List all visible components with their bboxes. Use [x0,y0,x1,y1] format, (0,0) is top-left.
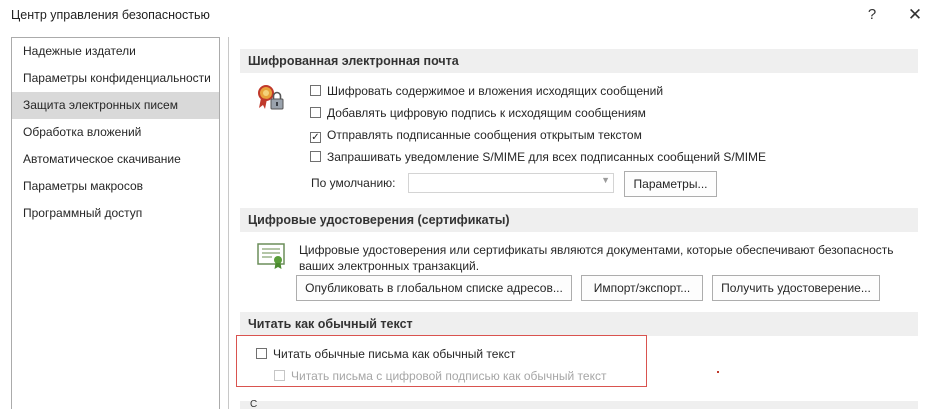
send-cleartext-checkbox[interactable]: ✓ [310,132,321,143]
next-section-header-text: С [250,399,258,410]
encrypt-contents-checkbox[interactable] [310,85,321,96]
certificate-lock-icon [258,85,284,110]
next-section-header [240,401,918,409]
add-signature-label: Добавлять цифровую подпись к исходящим с… [327,106,646,120]
plain-text-header: Читать как обычный текст [240,312,918,336]
stray-mark [717,371,719,373]
sidebar-item-automatic-download[interactable]: Автоматическое скачивание [12,146,219,173]
certificates-description-line1: Цифровые удостоверения или сертификаты я… [299,243,894,257]
default-setting-label: По умолчанию: [311,176,396,190]
send-cleartext-option[interactable]: ✓ Отправлять подписанные сообщения открыт… [310,126,642,144]
smime-receipt-label: Запрашивать уведомление S/MIME для всех … [327,150,767,164]
sidebar-item-programmatic-access[interactable]: Программный доступ [12,200,219,227]
read-signed-plain-checkbox[interactable] [274,370,285,381]
import-export-button[interactable]: Импорт/экспорт... [581,275,703,301]
encrypt-contents-label: Шифровать содержимое и вложения исходящи… [327,84,664,98]
sidebar-item-trusted-publishers[interactable]: Надежные издатели [12,38,219,65]
sidebar-item-macro-settings[interactable]: Параметры макросов [12,173,219,200]
settings-button[interactable]: Параметры... [624,171,717,197]
certificates-description-line2: ваших электронных транзакций. [299,259,480,273]
content-divider [228,37,229,409]
publish-to-gal-button[interactable]: Опубликовать в глобальном списке адресов… [296,275,572,301]
read-signed-plain-option[interactable]: Читать письма с цифровой подписью как об… [274,367,606,385]
read-signed-plain-label: Читать письма с цифровой подписью как об… [291,369,607,383]
sidebar-nav: Надежные издатели Параметры конфиденциал… [11,37,220,409]
smime-receipt-checkbox[interactable] [310,151,321,162]
smime-receipt-option[interactable]: Запрашивать уведомление S/MIME для всех … [310,148,766,166]
certificate-icon [257,243,285,269]
send-cleartext-label: Отправлять подписанные сообщения открыты… [327,128,642,142]
sidebar-item-privacy-options[interactable]: Параметры конфиденциальности [12,65,219,92]
get-digital-id-button[interactable]: Получить удостоверение... [712,275,880,301]
help-button[interactable]: ? [862,5,882,25]
encrypt-contents-option[interactable]: Шифровать содержимое и вложения исходящи… [310,82,663,100]
read-all-plain-label: Читать обычные письма как обычный текст [273,347,516,361]
close-button[interactable]: ✕ [905,5,925,25]
sidebar-item-attachment-handling[interactable]: Обработка вложений [12,119,219,146]
window-title: Центр управления безопасностью [11,8,210,22]
encrypted-mail-header: Шифрованная электронная почта [240,49,918,73]
default-setting-select[interactable]: ▼ [408,173,614,193]
add-signature-option[interactable]: Добавлять цифровую подпись к исходящим с… [310,104,646,122]
add-signature-checkbox[interactable] [310,107,321,118]
chevron-down-icon: ▼ [601,175,610,185]
sidebar-item-email-security[interactable]: Защита электронных писем [12,92,219,119]
read-all-plain-option[interactable]: Читать обычные письма как обычный текст [256,345,515,363]
read-all-plain-checkbox[interactable] [256,348,267,359]
certificates-header: Цифровые удостоверения (сертификаты) [240,208,918,232]
title-bar: Центр управления безопасностью ? ✕ [0,0,926,32]
